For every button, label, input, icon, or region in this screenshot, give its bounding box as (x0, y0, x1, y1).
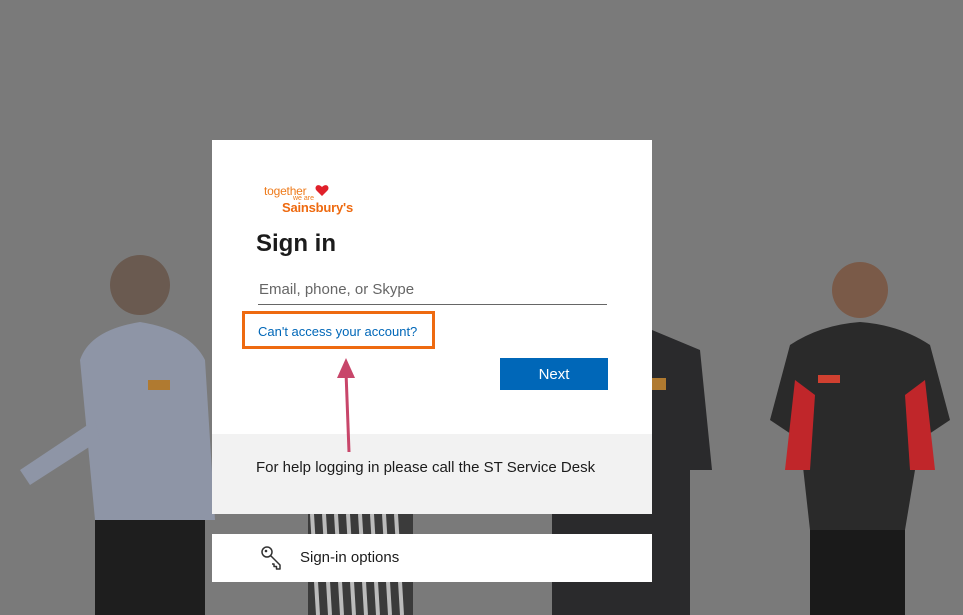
annotation-highlight-box (242, 311, 435, 349)
signin-options-label: Sign-in options (300, 549, 400, 566)
help-text: For help logging in please call the ST S… (256, 459, 596, 476)
signin-options-button[interactable]: Sign-in options (212, 534, 652, 582)
page-title: Sign in (256, 230, 336, 257)
help-section: For help logging in please call the ST S… (212, 434, 652, 514)
logo-sainsburys-text: Sainsbury's (282, 200, 353, 215)
heart-icon (315, 185, 329, 196)
email-input[interactable] (258, 274, 607, 305)
next-button[interactable]: Next (500, 358, 608, 390)
sainsburys-logo: together we are Sainsbury's (264, 182, 374, 216)
key-icon (261, 546, 281, 570)
